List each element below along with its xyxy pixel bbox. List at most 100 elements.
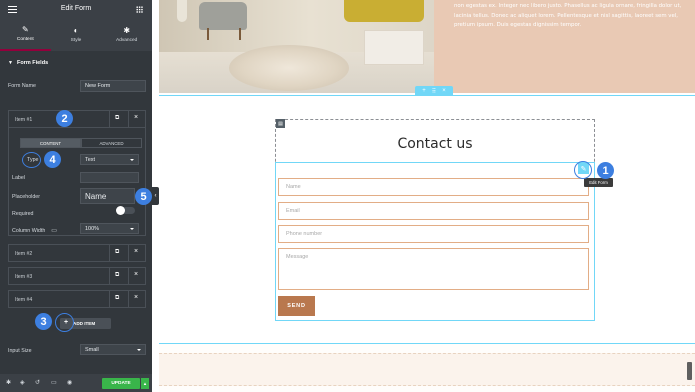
- duplicate-icon[interactable]: ⧉: [115, 249, 119, 256]
- label-label: Label: [12, 175, 25, 181]
- callout-4: 4: [44, 151, 61, 168]
- item-1-header[interactable]: Item #1 ⧉ ×: [8, 110, 146, 128]
- photo-armchair: [199, 2, 247, 30]
- divider: [109, 111, 110, 127]
- subtab-advanced[interactable]: ADVANCED: [81, 138, 142, 148]
- message-field[interactable]: Message: [278, 248, 589, 290]
- living-room-photo: [159, 0, 434, 93]
- form-name-label: Form Name: [8, 83, 36, 89]
- callout-3: 3: [35, 313, 52, 330]
- divider: [109, 291, 110, 307]
- required-toggle[interactable]: [116, 206, 135, 215]
- label-input[interactable]: [80, 172, 139, 183]
- item-2-header[interactable]: Item #2 ⧉ ×: [8, 244, 146, 262]
- chevron-down-icon: [137, 348, 141, 351]
- callout-5: 5: [135, 188, 152, 205]
- duplicate-icon[interactable]: ⧉: [115, 295, 119, 302]
- type-value: Text: [85, 156, 96, 163]
- contact-heading: Contact us: [397, 136, 473, 152]
- divider: [109, 245, 110, 261]
- settings-icon[interactable]: ✱: [6, 379, 11, 386]
- add-item-label: ADD ITEM: [73, 321, 96, 326]
- preview-icon[interactable]: ◉: [67, 379, 72, 386]
- pencil-icon: ✎: [21, 25, 29, 34]
- photo-fur-rug: [229, 45, 349, 91]
- add-section-icon[interactable]: +: [422, 88, 426, 94]
- tab-advanced-label: Advanced: [116, 38, 138, 43]
- photo-chair-leg: [239, 28, 241, 40]
- item-4-header[interactable]: Item #4 ⧉ ×: [8, 290, 146, 308]
- delete-section-icon[interactable]: ×: [442, 88, 446, 94]
- subtab-content[interactable]: CONTENT: [20, 138, 81, 148]
- form-name-input[interactable]: New Form: [80, 80, 146, 92]
- panel-topbar: Edit Form: [0, 0, 152, 19]
- item-subtabs: CONTENT ADVANCED: [20, 138, 142, 148]
- email-field[interactable]: Email: [278, 202, 589, 220]
- column-width-value: 100%: [85, 225, 100, 232]
- history-icon[interactable]: ↺: [35, 379, 40, 386]
- panel-footer: ✱ ◈ ↺ ▭ ◉ UPDATE ▴: [0, 374, 152, 392]
- chevron-down-icon: [130, 227, 134, 230]
- callout-ring: [574, 161, 592, 179]
- responsive-icon[interactable]: ▭: [51, 379, 57, 386]
- placeholder-label: Placeholder: [12, 194, 40, 200]
- item-3-label: Item #3: [15, 274, 33, 280]
- column-width-label: Column Width: [12, 227, 46, 234]
- form-fields-section-toggle[interactable]: ▼ Form Fields: [0, 57, 152, 69]
- page-canvas: non egestas ex. Integer nec libero justo…: [159, 0, 695, 392]
- chevron-down-icon: [130, 158, 134, 161]
- callout-2: 2: [56, 110, 73, 127]
- tab-style[interactable]: ◐ Style: [51, 19, 102, 51]
- panel-title: Edit Form: [60, 5, 92, 12]
- next-section-band: [159, 353, 695, 386]
- phone-field[interactable]: Phone number: [278, 225, 589, 243]
- divider: [109, 268, 110, 284]
- editor-panel: Edit Form ✎ Content ◐ Style ✱ Advanced ▼…: [0, 0, 152, 392]
- caret-down-icon: ▼: [8, 60, 13, 66]
- duplicate-icon[interactable]: ⧉: [115, 272, 119, 279]
- contrast-icon: ◐: [73, 26, 79, 35]
- required-label: Required: [12, 211, 34, 217]
- panel-tabs: ✎ Content ◐ Style ✱ Advanced: [0, 19, 152, 51]
- placeholder-input[interactable]: Name: [80, 188, 135, 204]
- update-button[interactable]: UPDATE: [102, 378, 140, 389]
- divider: [128, 291, 129, 307]
- callout-1: 1: [597, 162, 614, 179]
- column-handle-icon[interactable]: ▤: [276, 119, 285, 128]
- tab-style-label: Style: [70, 38, 82, 43]
- callout-ring: [55, 313, 74, 332]
- send-button[interactable]: SEND: [278, 296, 315, 316]
- tab-content-label: Content: [16, 37, 34, 42]
- collapse-panel-arrow-icon[interactable]: ‹: [152, 187, 159, 205]
- section-handle[interactable]: + ⠿ ×: [415, 86, 453, 96]
- close-icon[interactable]: ×: [134, 114, 138, 121]
- tab-content[interactable]: ✎ Content: [0, 19, 51, 51]
- divider: [128, 268, 129, 284]
- divider: [128, 111, 129, 127]
- widgets-grid-icon[interactable]: [136, 6, 143, 13]
- update-options-caret-icon[interactable]: ▴: [141, 378, 149, 389]
- toggle-knob: [116, 206, 125, 215]
- input-size-label: Input Size: [8, 348, 32, 354]
- item-1-label: Item #1: [15, 117, 33, 123]
- photo-yellow-cushion: [344, 0, 424, 22]
- type-select[interactable]: Text: [80, 154, 139, 165]
- layers-icon[interactable]: ◈: [20, 379, 25, 386]
- close-icon[interactable]: ×: [134, 248, 138, 255]
- column-width-select[interactable]: 100%: [80, 223, 139, 234]
- item-3-header[interactable]: Item #3 ⧉ ×: [8, 267, 146, 285]
- photo-shelf: [364, 30, 424, 65]
- close-icon[interactable]: ×: [134, 271, 138, 278]
- name-field[interactable]: Name: [278, 178, 589, 196]
- gear-icon: ✱: [123, 26, 131, 35]
- input-size-select[interactable]: Small: [80, 344, 146, 355]
- duplicate-icon[interactable]: ⧉: [115, 115, 119, 122]
- callout-ring: [22, 152, 41, 168]
- divider: [128, 245, 129, 261]
- item-4-label: Item #4: [15, 297, 33, 303]
- desktop-icon[interactable]: ▭: [51, 227, 57, 234]
- close-icon[interactable]: ×: [134, 294, 138, 301]
- scrollbar-thumb[interactable]: [687, 362, 692, 380]
- tab-advanced[interactable]: ✱ Advanced: [101, 19, 152, 51]
- drag-section-icon[interactable]: ⠿: [432, 88, 436, 95]
